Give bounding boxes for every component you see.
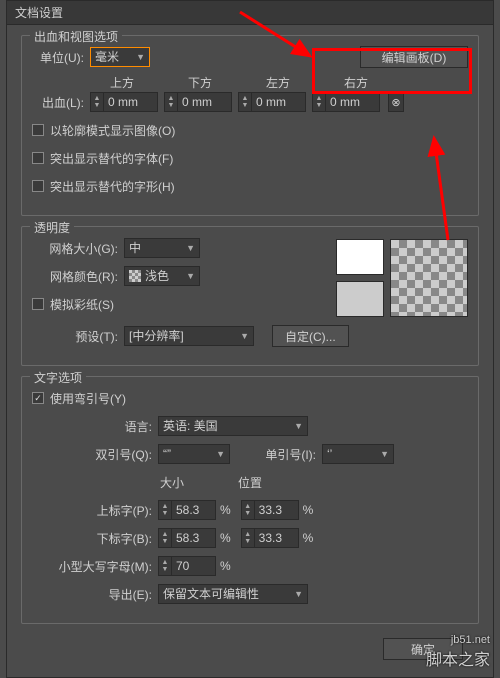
dialog-content: 出血和视图选项 单位(U): 毫米▼ 编辑画板(D) 上方 下方 左方 右方 出… <box>7 25 493 668</box>
smallcap-input[interactable]: ▲▼70 <box>158 556 216 576</box>
highlight-glyphs-checkbox[interactable] <box>32 180 44 192</box>
bleed-headers: 上方 下方 左方 右方 <box>110 74 468 91</box>
unit-select[interactable]: 毫米▼ <box>90 47 150 67</box>
custom-button[interactable]: 自定(C)... <box>272 325 349 347</box>
transparency-group: 透明度 网格大小(G): 中▼ 网格颜色(R): 浅色 ▼ 模拟彩纸(S) <box>21 226 479 366</box>
group-title: 出血和视图选项 <box>30 28 122 45</box>
bleed-right-input[interactable]: ▲▼0 mm <box>312 92 380 112</box>
dquote-label: 双引号(Q): <box>32 446 152 463</box>
link-icon[interactable]: ⊗ <box>388 92 404 112</box>
highlight-fonts-checkbox[interactable] <box>32 152 44 164</box>
grid-color-select[interactable]: 浅色 ▼ <box>124 266 200 286</box>
export-select[interactable]: 保留文本可编辑性▼ <box>158 584 308 604</box>
grid-size-select[interactable]: 中▼ <box>124 238 200 258</box>
watermark: jb51.net 脚本之家 <box>426 634 490 670</box>
squote-label: 单引号(I): <box>240 446 316 463</box>
grid-color-label: 网格颜色(R): <box>32 268 118 285</box>
dquote-select[interactable]: “”▼ <box>158 444 230 464</box>
group-title: 文字选项 <box>30 369 86 386</box>
use-quotes-checkbox[interactable] <box>32 392 44 404</box>
swatch-checker <box>390 239 468 317</box>
group-title: 透明度 <box>30 219 74 236</box>
dialog-title: 文档设置 <box>15 6 63 20</box>
document-setup-dialog: 文档设置 出血和视图选项 单位(U): 毫米▼ 编辑画板(D) 上方 下方 左方… <box>6 0 494 678</box>
chevron-down-icon: ▼ <box>216 445 225 463</box>
chevron-down-icon: ▼ <box>186 239 195 257</box>
preset-select[interactable]: [中分辨率]▼ <box>124 326 254 346</box>
sup-pos-input[interactable]: ▲▼33.3 <box>241 500 299 520</box>
sup-size-input[interactable]: ▲▼58.3 <box>158 500 216 520</box>
simulate-paper-checkbox[interactable] <box>32 298 44 310</box>
language-label: 语言: <box>32 418 152 435</box>
sub-label: 下标字(B): <box>32 530 152 547</box>
grid-size-label: 网格大小(G): <box>32 240 118 257</box>
swatch-gray[interactable] <box>336 281 384 317</box>
chevron-down-icon: ▼ <box>380 445 389 463</box>
bleed-bottom-input[interactable]: ▲▼0 mm <box>164 92 232 112</box>
chevron-down-icon: ▼ <box>294 417 303 435</box>
dialog-footer: 确定 <box>21 634 479 660</box>
outline-mode-checkbox[interactable] <box>32 124 44 136</box>
sub-pos-input[interactable]: ▲▼33.3 <box>241 528 299 548</box>
bleed-left-input[interactable]: ▲▼0 mm <box>238 92 306 112</box>
chevron-down-icon: ▼ <box>294 585 303 603</box>
language-select[interactable]: 英语: 美国▼ <box>158 416 308 436</box>
swatch-white[interactable] <box>336 239 384 275</box>
sub-size-input[interactable]: ▲▼58.3 <box>158 528 216 548</box>
bleed-top-input[interactable]: ▲▼0 mm <box>90 92 158 112</box>
chevron-down-icon: ▼ <box>186 267 195 285</box>
smallcap-label: 小型大写字母(M): <box>32 558 152 575</box>
bleed-label: 出血(L): <box>32 94 84 111</box>
export-label: 导出(E): <box>32 586 152 603</box>
sup-label: 上标字(P): <box>32 502 152 519</box>
chevron-down-icon: ▼ <box>136 48 145 66</box>
squote-select[interactable]: ‘’▼ <box>322 444 394 464</box>
checker-swatch-icon <box>129 270 141 282</box>
chevron-down-icon: ▼ <box>240 327 249 345</box>
bleed-view-group: 出血和视图选项 单位(U): 毫米▼ 编辑画板(D) 上方 下方 左方 右方 出… <box>21 35 479 216</box>
titlebar: 文档设置 <box>7 1 493 25</box>
unit-label: 单位(U): <box>32 49 84 66</box>
preset-label: 预设(T): <box>32 328 118 345</box>
edit-artboard-button[interactable]: 编辑画板(D) <box>360 46 468 68</box>
type-options-group: 文字选项 使用弯引号(Y) 语言: 英语: 美国▼ 双引号(Q): “”▼ 单引… <box>21 376 479 624</box>
